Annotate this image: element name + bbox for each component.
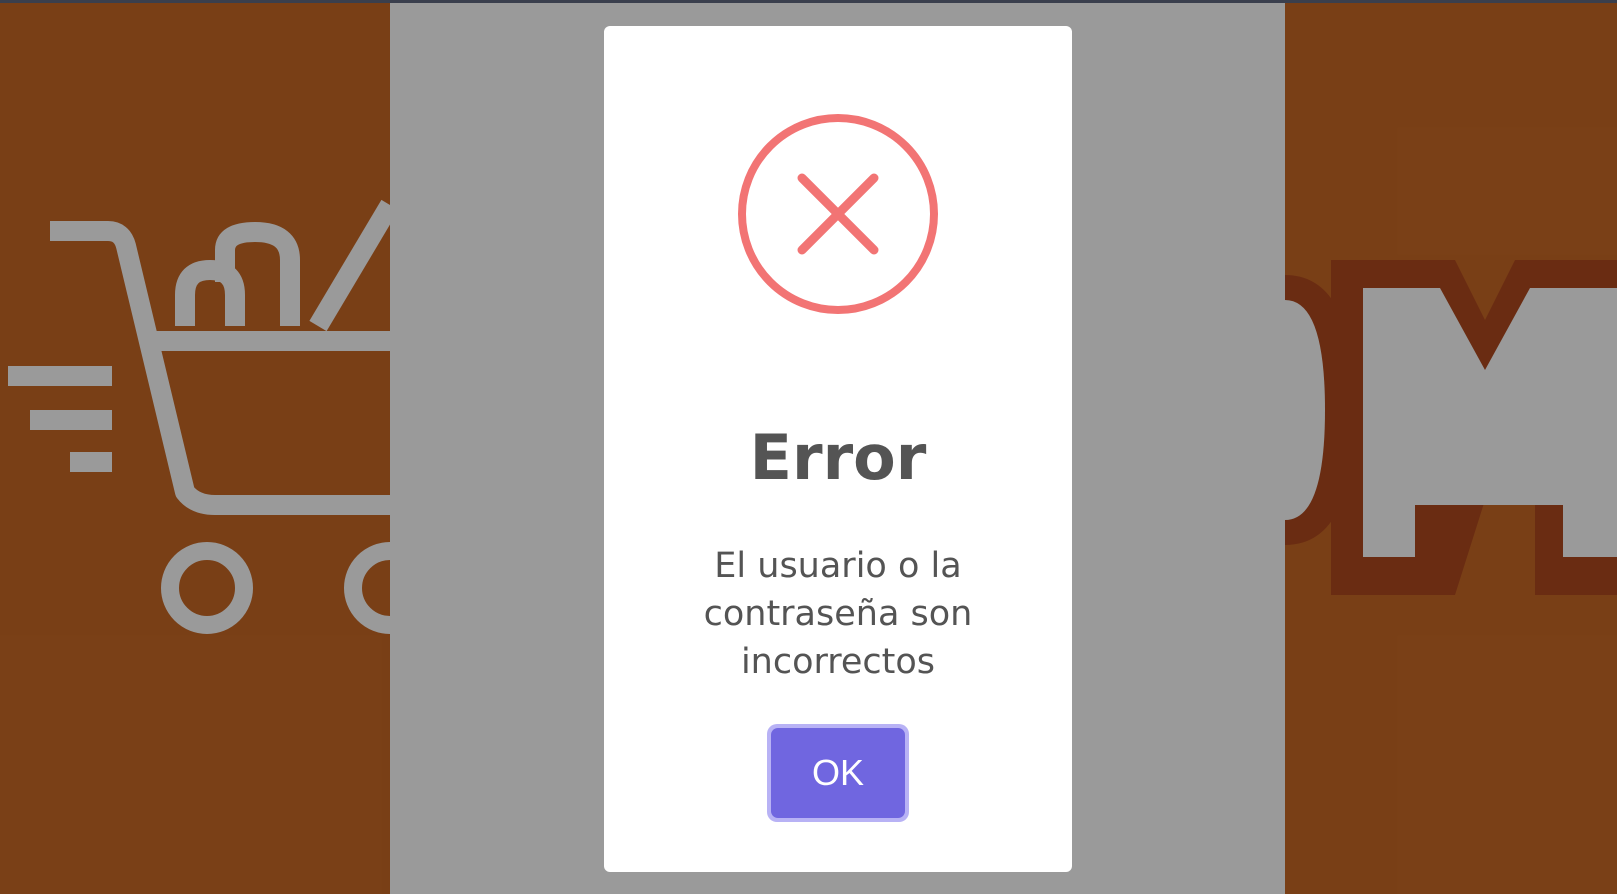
app-page: Error El usuario o la contraseña son inc… <box>0 0 1617 894</box>
window-top-bar <box>0 0 1617 3</box>
dialog-message: El usuario o la contraseña son incorrect… <box>703 546 973 682</box>
ok-button-focus-ring: OK <box>767 724 909 822</box>
dialog-title: Error <box>749 421 927 494</box>
error-x-icon <box>738 114 938 314</box>
error-dialog: Error El usuario o la contraseña son inc… <box>604 26 1072 872</box>
ok-button[interactable]: OK <box>771 728 905 818</box>
